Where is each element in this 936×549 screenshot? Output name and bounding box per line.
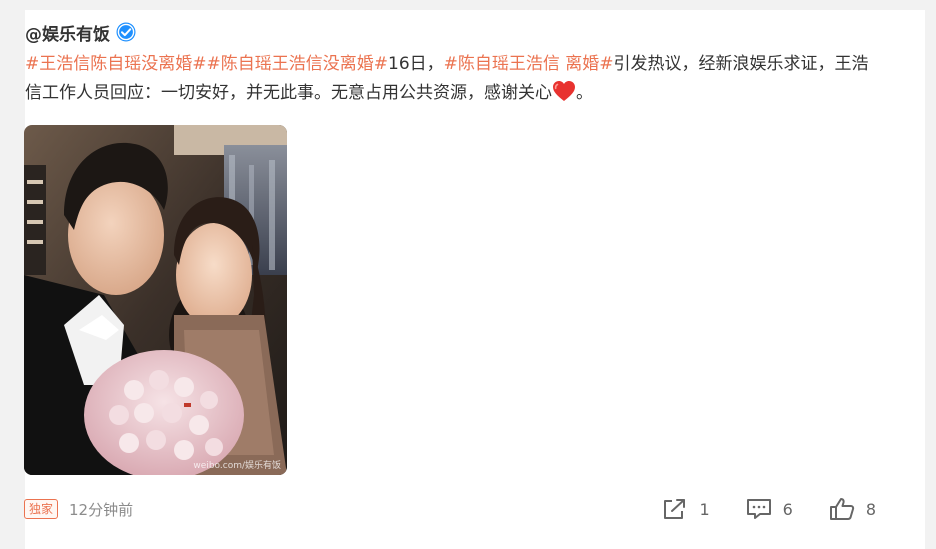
post-actions: 1 6 8 (626, 497, 876, 521)
topic-link[interactable]: #陈自瑶王浩信 离婚# (444, 54, 614, 74)
heart-emoji-icon (553, 81, 575, 101)
post-image[interactable]: weibo.com/娱乐有饭 (24, 125, 287, 475)
comment-count: 6 (782, 499, 793, 519)
post-author: @娱乐有饭 (25, 20, 136, 45)
topic-link[interactable]: #王浩信陈自瑶没离婚# (25, 54, 207, 74)
topic-link[interactable]: #陈自瑶王浩信没离婚# (207, 54, 389, 74)
image-watermark: weibo.com/娱乐有饭 (193, 461, 281, 471)
post-text: #王浩信陈自瑶没离婚##陈自瑶王浩信没离婚#16日，#陈自瑶王浩信 离婚#引发热… (25, 50, 875, 108)
post-footer: 独家 12分钟前 1 6 8 (24, 498, 876, 520)
like-button[interactable]: 8 (829, 497, 876, 521)
couple-photo (24, 125, 287, 475)
post-time[interactable]: 12分钟前 (69, 499, 133, 520)
thumbs-up-icon (829, 498, 854, 520)
share-button[interactable]: 1 (662, 497, 710, 521)
verified-badge-icon (116, 22, 136, 42)
exclusive-badge: 独家 (24, 499, 59, 519)
post-text-segment: 。 (576, 83, 593, 103)
share-count: 1 (699, 499, 710, 519)
comment-icon (746, 499, 771, 519)
share-icon (664, 499, 686, 519)
author-name[interactable]: @娱乐有饭 (25, 20, 110, 45)
like-count: 8 (865, 499, 876, 519)
post-text-segment: 16日， (388, 54, 444, 74)
comment-button[interactable]: 6 (746, 497, 793, 521)
